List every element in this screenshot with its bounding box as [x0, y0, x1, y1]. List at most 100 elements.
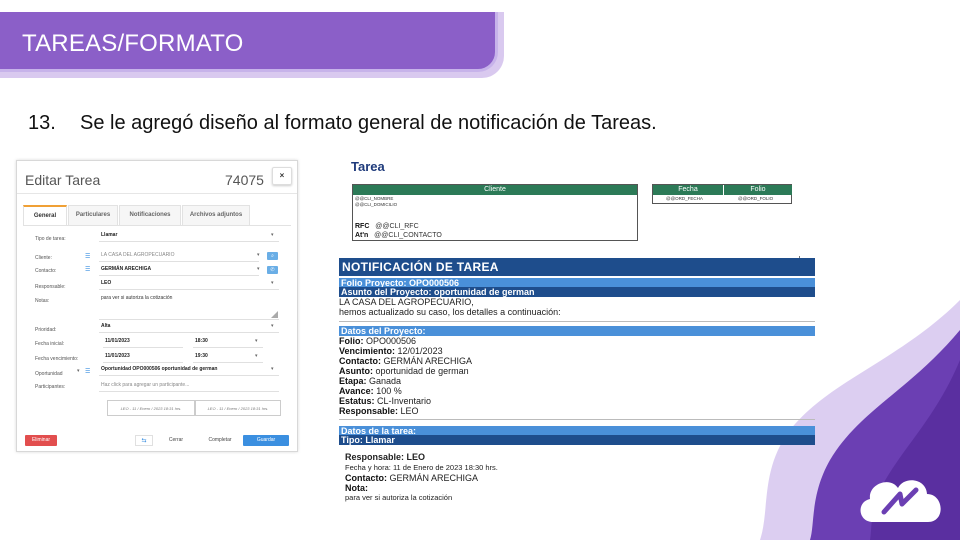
chevron-down-icon[interactable]: ▾: [271, 280, 274, 286]
contacto-field[interactable]: GERMÁN ARECHIGA: [101, 266, 151, 272]
contacto-underline: [99, 275, 259, 276]
detail-label: Etapa:: [339, 376, 367, 386]
detail-label: Vencimiento:: [339, 346, 396, 356]
chevron-down-icon[interactable]: ▾: [255, 353, 258, 359]
phone-icon[interactable]: ✆: [267, 266, 278, 274]
rfc-row: RFC @@CLI_RFC: [355, 223, 419, 230]
detail-value: 12/01/2023: [397, 346, 443, 356]
prioridad-underline: [99, 332, 279, 333]
detail-value: oportunidad de german: [375, 366, 469, 376]
edit-task-modal: Editar Tarea 74075 × General Particulare…: [16, 160, 298, 452]
complete-button[interactable]: Completar: [203, 435, 237, 446]
rfc-value: @@CLI_RFC: [375, 223, 419, 230]
tab-notificaciones[interactable]: Notificaciones: [119, 205, 181, 225]
export-icon[interactable]: ⇆: [135, 435, 153, 446]
detail-contacto: Contacto: GERMÁN ARECHIGA: [339, 356, 472, 366]
list-icon[interactable]: ☰: [85, 253, 90, 260]
resize-handle-icon[interactable]: [271, 311, 278, 318]
tipo-underline: [99, 241, 279, 242]
close-icon[interactable]: ×: [272, 167, 292, 185]
fecha-inicial-label: Fecha inicial:: [35, 341, 65, 347]
detail-label: Contacto:: [339, 356, 381, 366]
hora-inicial-select[interactable]: 18:30: [195, 338, 208, 344]
detail-folio: Folio: OPO000506: [339, 336, 416, 346]
hora-venc-select[interactable]: 19:30: [195, 353, 208, 359]
oportunidad-underline: [99, 375, 279, 376]
atn-row: At'n @@CLI_CONTACTO: [355, 232, 442, 239]
tab-particulares[interactable]: Particulares: [68, 205, 118, 225]
tipo-bar: Tipo: Llamar: [339, 435, 815, 445]
tipo-label: Tipo de tarea:: [35, 236, 66, 242]
fecha-inicial-underline: [103, 347, 183, 348]
responsable-underline: [99, 289, 279, 290]
chevron-down-icon[interactable]: ▾: [257, 266, 260, 272]
chevron-down-icon[interactable]: ▾: [271, 366, 274, 372]
save-button[interactable]: Guardar: [243, 435, 289, 446]
chevron-down-icon[interactable]: ▾: [271, 232, 274, 238]
rfc-label: RFC: [355, 223, 370, 230]
search-icon[interactable]: ⌕: [267, 252, 278, 260]
participantes-input[interactable]: Haz click para agregar un participante..…: [101, 382, 189, 388]
fecha-folio-table: Fecha Folio: [652, 184, 792, 204]
task-responsable: Responsable: LEO: [345, 452, 426, 462]
fecha-venc-label: Fecha vencimiento:: [35, 356, 79, 362]
chevron-down-icon[interactable]: ▾: [257, 252, 260, 258]
task-contacto: Contacto: GERMÁN ARECHIGA: [345, 473, 478, 483]
oportunidad-label: Oportunidad: [35, 371, 63, 377]
cli-nombre-placeholder: @@CLI_NOMBRE: [355, 196, 394, 201]
fecha-inicial-input[interactable]: 11/01/2023: [105, 338, 130, 344]
detail-value: CL-Inventario: [377, 396, 432, 406]
detail-label: Folio:: [339, 336, 364, 346]
oportunidad-field[interactable]: Oportunidad OPO000506 oportunidad de ger…: [101, 366, 217, 372]
bullet-number: 13.: [28, 112, 56, 134]
cli-domicilio-placeholder: @@CLI_DOMICILIO: [355, 202, 398, 207]
tipo-select[interactable]: Llamar: [101, 232, 117, 238]
datos-proyecto-bar: Datos del Proyecto:: [339, 326, 815, 336]
delete-button[interactable]: Eliminar: [25, 435, 57, 446]
detail-asunto: Asunto: oportunidad de german: [339, 366, 469, 376]
modal-divider: [17, 193, 297, 194]
asunto-bar: Asunto del Proyecto: oportunidad de germ…: [339, 287, 815, 297]
task-fecha: Fecha y hora: 11 de Enero de 2023 18:30 …: [345, 463, 498, 472]
detail-vencimiento: Vencimiento: 12/01/2023: [339, 346, 443, 356]
section-divider: [339, 419, 815, 420]
fecha-venc-input[interactable]: 11/01/2023: [105, 353, 130, 359]
participantes-label: Participantes:: [35, 384, 66, 390]
intro-line-2: hemos actualizado su caso, los detalles …: [339, 307, 561, 317]
tab-general[interactable]: General: [23, 205, 67, 225]
detail-value: LEO: [400, 406, 419, 416]
detail-label: Responsable:: [339, 406, 399, 416]
fecha-venc-underline: [103, 362, 183, 363]
close-button[interactable]: Cerrar: [163, 435, 189, 446]
notas-label: Notas:: [35, 298, 50, 304]
template-heading: Tarea: [351, 159, 385, 174]
cliente-field[interactable]: LA CASA DEL AGROPECUARIO: [101, 252, 174, 258]
intro-line-1: LA CASA DEL AGROPECUARIO,: [339, 297, 474, 307]
task-contacto-label: Contacto:: [345, 473, 387, 483]
responsable-select[interactable]: LEO: [101, 280, 111, 286]
detail-label: Avance:: [339, 386, 374, 396]
notification-title: NOTIFICACIÓN DE TAREA: [339, 258, 815, 276]
list-icon[interactable]: ☰: [85, 368, 90, 375]
prioridad-select[interactable]: Alta: [101, 323, 110, 329]
chevron-down-icon[interactable]: ▾: [271, 323, 274, 329]
notas-textarea[interactable]: para ver si autoriza la cotización: [101, 295, 172, 301]
atn-value: @@CLI_CONTACTO: [374, 232, 442, 239]
notas-underline: [99, 319, 279, 320]
detail-estatus: Estatus: CL-Inventario: [339, 396, 431, 406]
prioridad-label: Prioridad:: [35, 327, 57, 333]
folio-placeholder: @@ORD_FOLIO: [738, 196, 774, 201]
detail-label: Estatus:: [339, 396, 375, 406]
hora-venc-underline: [193, 362, 263, 363]
chevron-down-icon[interactable]: ▾: [77, 368, 80, 374]
cliente-label: Cliente:: [35, 255, 52, 261]
tab-underline: [23, 225, 291, 226]
chevron-down-icon[interactable]: ▾: [255, 338, 258, 344]
list-icon[interactable]: ☰: [85, 266, 90, 273]
task-nota-label: Nota:: [345, 483, 368, 493]
tab-archivos-adjuntos[interactable]: Archivos adjuntos: [182, 205, 250, 225]
detail-responsable: Responsable: LEO: [339, 406, 419, 416]
detail-value: GERMÁN ARECHIGA: [383, 356, 473, 366]
detail-avance: Avance: 100 %: [339, 386, 402, 396]
task-number: 74075: [225, 172, 264, 188]
